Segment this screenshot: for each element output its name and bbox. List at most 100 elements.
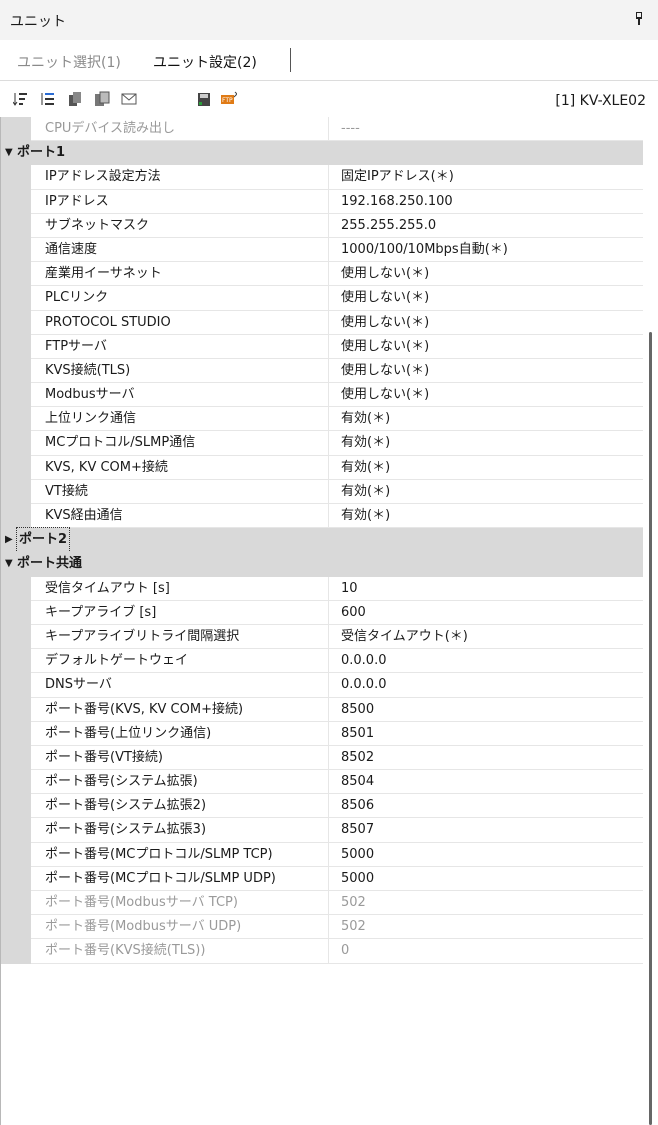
property-label: PROTOCOL STUDIO <box>31 310 329 335</box>
property-row[interactable]: 受信タイムアウト [s] 10 <box>1 576 644 601</box>
toolbar: FTP [1] KV-XLE02 <box>0 81 658 117</box>
row-gutter <box>1 358 31 384</box>
property-row[interactable]: FTPサーバ 使用しない(＊) <box>1 334 644 359</box>
property-value[interactable]: 使用しない(＊) <box>329 311 644 335</box>
property-row[interactable]: KVS接続(TLS) 使用しない(＊) <box>1 358 644 384</box>
sort-icon[interactable] <box>13 91 29 107</box>
property-value[interactable]: 使用しない(＊) <box>329 383 644 408</box>
tab-unit-select[interactable]: ユニット選択(1) <box>17 52 121 72</box>
property-row[interactable]: KVS, KV COM+接続 有効(＊) <box>1 455 644 480</box>
property-row[interactable]: 産業用イーサネット 使用しない(＊) <box>1 262 644 287</box>
property-value[interactable]: 有効(＊) <box>329 431 644 456</box>
property-row[interactable]: ポート番号(システム拡張) 8504 <box>1 770 644 795</box>
property-value[interactable]: 使用しない(＊) <box>329 335 644 359</box>
property-row[interactable]: ポート番号(システム拡張3) 8507 <box>1 818 644 843</box>
scrollbar-thumb[interactable] <box>649 332 652 1125</box>
property-row[interactable]: PROTOCOL STUDIO 使用しない(＊) <box>1 310 644 335</box>
vertical-scrollbar[interactable] <box>643 117 658 1125</box>
property-value[interactable]: 600 <box>329 601 644 625</box>
row-gutter <box>1 842 31 867</box>
filter-icon[interactable] <box>40 91 56 107</box>
property-label: 産業用イーサネット <box>31 262 329 287</box>
property-value[interactable]: 受信タイムアウト(＊) <box>329 625 644 650</box>
property-label: キープアライブリトライ間隔選択 <box>31 624 329 650</box>
property-label: PLCリンク <box>31 286 329 311</box>
property-value[interactable]: 8507 <box>329 818 644 843</box>
row-gutter <box>1 600 31 625</box>
category-row[interactable]: ▼ ポート1 <box>1 141 644 166</box>
property-row[interactable]: Modbusサーバ 使用しない(＊) <box>1 383 644 408</box>
property-row[interactable]: ポート番号(MCプロトコル/SLMP UDP) 5000 <box>1 866 644 891</box>
property-value[interactable]: 1000/100/10Mbps自動(＊) <box>329 238 644 263</box>
property-row[interactable]: ポート番号(KVS, KV COM+接続) 8500 <box>1 697 644 722</box>
property-row[interactable]: PLCリンク 使用しない(＊) <box>1 286 644 311</box>
property-row[interactable]: KVS経由通信 有効(＊) <box>1 504 644 529</box>
property-value[interactable]: 0.0.0.0 <box>329 673 644 698</box>
property-value[interactable]: 10 <box>329 577 644 601</box>
row-gutter <box>1 431 31 456</box>
property-value: ---- <box>329 117 644 142</box>
svg-text:FTP: FTP <box>222 97 233 104</box>
property-value[interactable]: 8502 <box>329 746 644 771</box>
row-gutter <box>1 504 31 529</box>
property-row[interactable]: VT接続 有効(＊) <box>1 479 644 504</box>
property-row[interactable]: 上位リンク通信 有効(＊) <box>1 407 644 432</box>
property-label: 受信タイムアウト [s] <box>31 576 329 601</box>
property-row[interactable]: ポート番号(KVS接続(TLS)) 0 <box>1 939 644 964</box>
ftp-icon[interactable]: FTP <box>221 91 237 107</box>
category-row[interactable]: ▶ ポート2 <box>1 527 644 554</box>
property-value[interactable]: 8500 <box>329 698 644 722</box>
property-row[interactable]: ポート番号(Modbusサーバ UDP) 502 <box>1 915 644 940</box>
expand-down-icon[interactable]: ▼ <box>5 141 13 165</box>
paste-icon[interactable] <box>94 91 110 107</box>
property-value[interactable]: 8504 <box>329 770 644 795</box>
property-value[interactable]: 有効(＊) <box>329 504 644 529</box>
property-value[interactable]: 有効(＊) <box>329 407 644 432</box>
property-value: 0 <box>329 939 644 964</box>
row-gutter <box>1 697 31 722</box>
property-row[interactable]: キープアライブ [s] 600 <box>1 600 644 625</box>
property-value[interactable]: 255.255.255.0 <box>329 214 644 238</box>
property-row[interactable]: サブネットマスク 255.255.255.0 <box>1 213 644 238</box>
property-label: ポート番号(Modbusサーバ TCP) <box>31 891 329 916</box>
property-row[interactable]: DNSサーバ 0.0.0.0 <box>1 673 644 698</box>
property-row[interactable]: IPアドレス 192.168.250.100 <box>1 189 644 214</box>
category-row[interactable]: ▼ ポート共通 <box>1 552 644 577</box>
property-value[interactable]: 192.168.250.100 <box>329 190 644 214</box>
property-row[interactable]: ポート番号(MCプロトコル/SLMP TCP) 5000 <box>1 842 644 867</box>
property-value[interactable]: 0.0.0.0 <box>329 649 644 674</box>
property-row[interactable]: CPUデバイス読み出し ---- <box>1 117 644 142</box>
row-gutter <box>1 745 31 771</box>
row-gutter <box>1 310 31 335</box>
property-row[interactable]: キープアライブリトライ間隔選択 受信タイムアウト(＊) <box>1 624 644 650</box>
property-value[interactable]: 5000 <box>329 843 644 867</box>
property-label: 通信速度 <box>31 237 329 263</box>
property-value[interactable]: 使用しない(＊) <box>329 359 644 384</box>
expand-down-icon[interactable]: ▼ <box>5 552 13 576</box>
property-value[interactable]: 5000 <box>329 867 644 891</box>
mail-icon[interactable] <box>121 91 137 107</box>
property-value[interactable]: 使用しない(＊) <box>329 286 644 311</box>
save-icon[interactable] <box>196 91 212 107</box>
property-value[interactable]: 使用しない(＊) <box>329 262 644 287</box>
property-value[interactable]: 有効(＊) <box>329 480 644 504</box>
property-label: ポート番号(Modbusサーバ UDP) <box>31 915 329 940</box>
category-label: ポート2 <box>15 527 71 554</box>
property-row[interactable]: 通信速度 1000/100/10Mbps自動(＊) <box>1 237 644 263</box>
property-row[interactable]: MCプロトコル/SLMP通信 有効(＊) <box>1 431 644 456</box>
property-row[interactable]: ポート番号(システム拡張2) 8506 <box>1 794 644 819</box>
tab-unit-settings[interactable]: ユニット設定(2) <box>153 52 257 72</box>
property-value[interactable]: 固定IPアドレス(＊) <box>329 165 644 190</box>
property-row[interactable]: IPアドレス設定方法 固定IPアドレス(＊) <box>1 165 644 190</box>
property-row[interactable]: デフォルトゲートウェイ 0.0.0.0 <box>1 649 644 674</box>
copy-icon[interactable] <box>67 91 83 107</box>
row-gutter <box>1 576 31 601</box>
property-value[interactable]: 有効(＊) <box>329 456 644 480</box>
pin-icon[interactable] <box>634 12 644 26</box>
property-row[interactable]: ポート番号(VT接続) 8502 <box>1 745 644 771</box>
property-value[interactable]: 8501 <box>329 722 644 746</box>
property-row[interactable]: ポート番号(上位リンク通信) 8501 <box>1 721 644 746</box>
property-value[interactable]: 8506 <box>329 794 644 819</box>
expand-right-icon[interactable]: ▶ <box>5 528 13 552</box>
property-row[interactable]: ポート番号(Modbusサーバ TCP) 502 <box>1 891 644 916</box>
